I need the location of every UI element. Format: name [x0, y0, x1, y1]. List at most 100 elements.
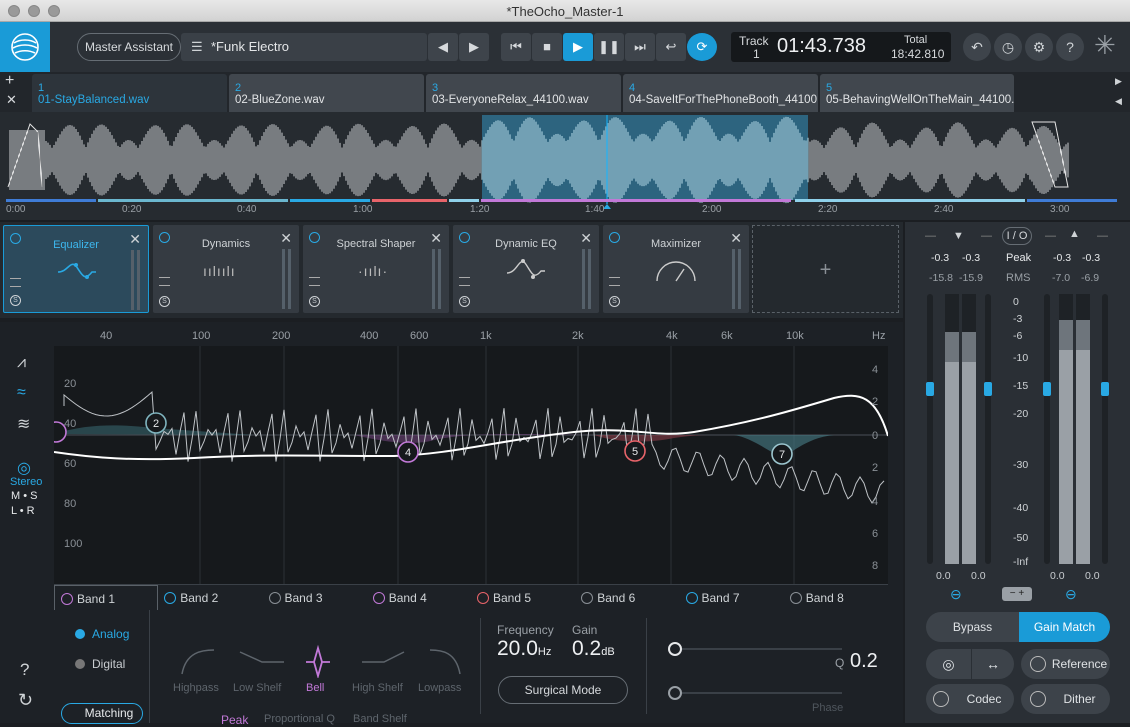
shape-lowpass[interactable]: Lowpass — [418, 682, 461, 694]
close-icon[interactable]: ✕ — [580, 230, 592, 247]
play-button[interactable]: ▶ — [563, 33, 593, 61]
next-preset-button[interactable]: ▶ — [459, 33, 489, 61]
phase-slider[interactable] — [674, 692, 842, 694]
shape-highpass[interactable]: Highpass — [173, 682, 219, 694]
module-maximizer[interactable]: Maximizer ✕ S — [603, 225, 749, 313]
close-icon[interactable]: ✕ — [280, 230, 292, 247]
module-spectral-shaper[interactable]: Spectral Shaper ✕ ·ıılı· S — [303, 225, 449, 313]
band-power-icon[interactable] — [581, 592, 594, 604]
gain-value[interactable]: 0.2dB — [572, 637, 615, 661]
trim-fader[interactable] — [1043, 294, 1051, 564]
left-right-mode[interactable]: L • R — [11, 505, 35, 517]
solo-icon[interactable]: S — [10, 295, 21, 306]
eq-band-node[interactable]: 7 — [771, 443, 793, 465]
input-fader[interactable] — [282, 249, 285, 309]
ozone-logo-icon[interactable] — [0, 22, 50, 72]
shape-low-shelf[interactable]: Low Shelf — [233, 682, 281, 694]
help-icon[interactable]: ? — [1056, 33, 1084, 61]
trim-fader[interactable] — [926, 294, 934, 564]
eq-band-node[interactable]: 5 — [624, 440, 646, 462]
izotope-logo-icon[interactable]: ✳ — [1094, 30, 1116, 61]
output-link-icon[interactable]: ⊖ — [1065, 586, 1077, 603]
output-fader[interactable] — [288, 249, 291, 309]
help-icon[interactable]: ? — [20, 660, 29, 680]
trim-fader[interactable] — [984, 294, 992, 564]
analog-label[interactable]: Analog — [92, 627, 129, 641]
input-link-icon[interactable]: ⊖ — [950, 586, 962, 603]
solo-icon[interactable]: S — [309, 296, 320, 307]
eq-band-node[interactable]: 4 — [397, 441, 419, 463]
analog-radio[interactable] — [75, 629, 85, 639]
list-icon[interactable] — [609, 277, 620, 286]
gain-match-button[interactable]: Gain Match — [1019, 612, 1110, 642]
tab-band-1[interactable]: Band 1 — [54, 585, 158, 611]
tab-band-2[interactable]: Band 2 — [158, 585, 262, 611]
add-track-icon[interactable]: + — [5, 72, 14, 90]
skip-forward-icon[interactable]: ⏭ — [625, 33, 655, 61]
codec-power-icon[interactable] — [933, 691, 949, 707]
gear-icon[interactable]: ⚙ — [1025, 33, 1053, 61]
bypass-button[interactable]: Bypass — [926, 612, 1019, 642]
reference-power-icon[interactable] — [1030, 656, 1046, 672]
shape-high-shelf[interactable]: High Shelf — [352, 682, 403, 694]
mode-band-shelf[interactable]: Band Shelf — [353, 713, 407, 725]
band-power-icon[interactable] — [164, 592, 177, 604]
remove-track-icon[interactable]: ✕ — [6, 92, 17, 108]
pause-button[interactable]: ❚❚ — [594, 33, 624, 61]
list-icon[interactable] — [309, 277, 320, 286]
input-fader[interactable] — [582, 249, 585, 309]
band-power-icon[interactable] — [61, 593, 73, 605]
digital-radio[interactable] — [75, 659, 85, 669]
tab-band-6[interactable]: Band 6 — [575, 585, 679, 611]
tab-track-1[interactable]: 1 01-StayBalanced.wav — [32, 74, 227, 112]
module-dynamics[interactable]: Dynamics ✕ ıılıılı S — [153, 225, 299, 313]
preset-selector[interactable]: ☰ *Funk Electro — [181, 33, 427, 61]
close-icon[interactable]: ✕ — [730, 230, 742, 247]
refresh-icon[interactable]: ↻ — [18, 690, 33, 711]
q-value[interactable]: 0.2 — [850, 650, 878, 673]
band-power-icon[interactable] — [789, 592, 802, 604]
band-power-icon[interactable] — [268, 592, 281, 604]
output-mode-icon[interactable]: ▲ — [1069, 228, 1080, 240]
loop-button[interactable]: ⟳ — [687, 33, 717, 61]
close-icon[interactable]: ✕ — [129, 231, 141, 248]
input-fader[interactable] — [131, 250, 134, 310]
mode-peak[interactable]: Peak — [221, 713, 248, 727]
previous-preset-button[interactable]: ◀ — [428, 33, 458, 61]
shape-bell[interactable]: Bell — [306, 682, 324, 694]
tab-track-5[interactable]: 5 05-BehavingWellOnTheMain_44100.... — [820, 74, 1014, 112]
solo-icon[interactable]: S — [159, 296, 170, 307]
gain-offset-icon[interactable]: − + — [1002, 587, 1032, 601]
tab-band-7[interactable]: Band 7 — [680, 585, 784, 611]
tab-track-4[interactable]: 4 04-SaveItForThePhoneBooth_44100... — [623, 74, 818, 112]
output-fader[interactable] — [438, 249, 441, 309]
add-module-button[interactable]: + — [752, 225, 899, 313]
dither-power-icon[interactable] — [1030, 691, 1046, 707]
trim-fader[interactable] — [1101, 294, 1109, 564]
matching-toggle[interactable]: Matching — [61, 703, 143, 724]
solo-icon[interactable]: S — [459, 296, 470, 307]
mid-side-mode[interactable]: M • S — [11, 490, 37, 502]
mode-proportional-q[interactable]: Proportional Q — [264, 713, 335, 725]
band-power-icon[interactable] — [685, 592, 698, 604]
stereo-link-icon[interactable]: ◎ — [926, 649, 971, 679]
skip-back-icon[interactable]: ⏮ — [501, 33, 531, 61]
tab-track-3[interactable]: 3 03-EveryoneRelax_44100.wav — [426, 74, 621, 112]
band-power-icon[interactable] — [477, 592, 489, 604]
io-toggle[interactable]: I / O — [1002, 227, 1032, 245]
surgical-mode-button[interactable]: Surgical Mode — [498, 676, 628, 704]
tab-band-8[interactable]: Band 8 — [784, 585, 888, 611]
list-icon[interactable] — [159, 277, 170, 286]
eq-curve-view-icon[interactable]: ≈ — [17, 384, 26, 402]
eq-graph[interactable]: 2457 20 40 60 80 100 4202468 — [54, 346, 888, 584]
tab-scroll-right-icon[interactable]: ▶ — [1115, 76, 1122, 87]
q-slider[interactable] — [674, 648, 842, 650]
input-fader[interactable] — [732, 249, 735, 309]
module-equalizer[interactable]: Equalizer ✕ S — [3, 225, 149, 313]
tab-track-2[interactable]: 2 02-BlueZone.wav — [229, 74, 424, 112]
module-dynamic-eq[interactable]: Dynamic EQ ✕ S — [453, 225, 599, 313]
master-assistant-button[interactable]: Master Assistant — [77, 33, 181, 61]
tab-scroll-down-icon[interactable]: ◀ — [1115, 96, 1122, 107]
digital-label[interactable]: Digital — [92, 657, 125, 671]
close-icon[interactable]: ✕ — [430, 230, 442, 247]
